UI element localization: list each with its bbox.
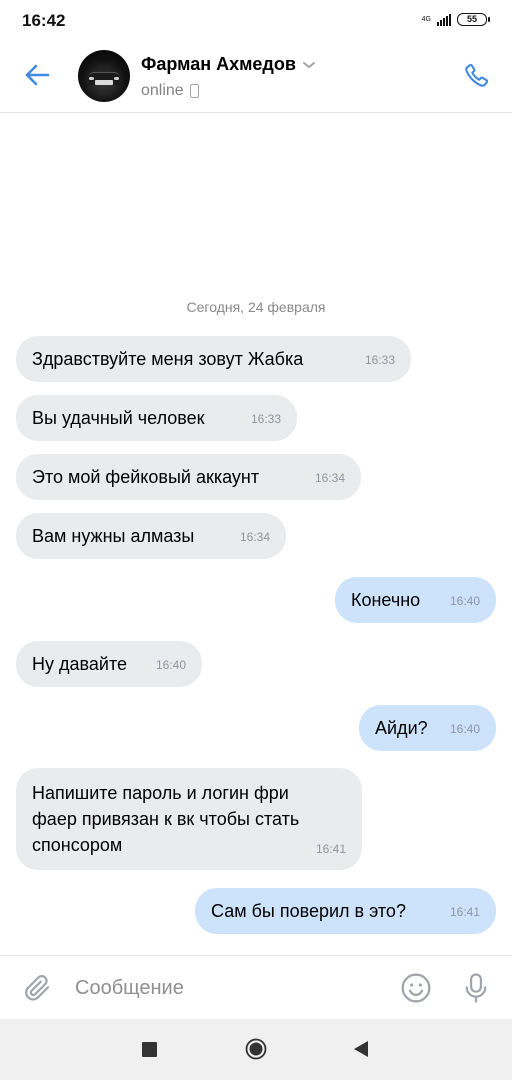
arrow-left-icon <box>25 64 50 86</box>
message-incoming[interactable]: Напишите пароль и логин фри фаер привяза… <box>16 768 362 870</box>
microphone-icon <box>465 973 487 1003</box>
message-outgoing[interactable]: Айди? 16:40 <box>359 705 496 751</box>
status-bar: 16:42 4G 55 <box>0 0 512 40</box>
message-time: 16:41 <box>315 842 346 856</box>
chat-header: Фарман Ахмедов online <box>0 40 512 113</box>
home-button[interactable] <box>245 1038 267 1060</box>
phone-icon <box>465 63 489 87</box>
message-text: Айди? <box>375 718 428 738</box>
message-time: 16:33 <box>364 353 395 367</box>
online-status: online <box>141 82 184 99</box>
message-outgoing[interactable]: Сам бы поверил в это? 16:41 <box>195 888 496 934</box>
message-outgoing[interactable]: Конечно 16:40 <box>335 577 496 623</box>
contact-name: Фарман Ахмедов <box>141 54 296 74</box>
message-text: Вы удачный человек <box>32 408 205 428</box>
contact-status-row: online <box>141 82 199 100</box>
message-incoming[interactable]: Это мой фейковый аккаунт 16:34 <box>16 454 361 500</box>
call-button[interactable] <box>458 58 494 94</box>
recent-apps-button[interactable] <box>142 1042 157 1057</box>
contact-name-row[interactable]: Фарман Ахмедов <box>141 54 316 75</box>
message-text: Здравствуйте меня зовут Жабка <box>32 349 304 369</box>
message-time: 16:40 <box>449 722 480 736</box>
battery-level: 55 <box>457 12 487 26</box>
message-time: 16:34 <box>314 471 345 485</box>
message-incoming[interactable]: Вам нужны алмазы 16:34 <box>16 513 286 559</box>
message-incoming[interactable]: Ну давайте 16:40 <box>16 641 202 687</box>
message-text: Ну давайте <box>32 654 127 674</box>
message-time: 16:34 <box>239 530 270 544</box>
message-incoming[interactable]: Вы удачный человек 16:33 <box>16 395 297 441</box>
message-text: Это мой фейковый аккаунт <box>32 467 260 487</box>
back-button[interactable] <box>20 58 54 92</box>
smiley-icon <box>401 973 431 1003</box>
message-text: Напишите пароль и логин фри фаер привяза… <box>32 783 300 855</box>
system-nav-bar <box>0 1019 512 1080</box>
message-text: Конечно <box>351 590 421 610</box>
date-divider: Сегодня, 24 февраля <box>186 299 326 315</box>
signal-icon <box>437 12 451 26</box>
message-time: 16:40 <box>155 658 186 672</box>
avatar[interactable] <box>78 50 130 102</box>
status-indicators: 4G 55 <box>422 12 490 26</box>
triangle-back-icon <box>354 1041 368 1057</box>
emoji-button[interactable] <box>398 970 434 1006</box>
battery-icon: 55 <box>457 12 490 26</box>
system-back-button[interactable] <box>352 1040 370 1058</box>
paperclip-icon <box>25 974 50 1001</box>
message-list[interactable]: Сегодня, 24 февраля Здравствуйте меня зо… <box>0 113 512 955</box>
message-composer <box>0 955 512 1020</box>
message-time: 16:40 <box>449 594 480 608</box>
attach-button[interactable] <box>20 970 56 1006</box>
chevron-down-icon <box>302 61 315 68</box>
mobile-device-icon <box>189 84 199 98</box>
message-time: 16:41 <box>449 905 480 919</box>
home-circle-icon <box>245 1038 267 1060</box>
status-time: 16:42 <box>22 11 66 30</box>
microphone-button[interactable] <box>458 970 494 1006</box>
message-time: 16:33 <box>250 412 281 426</box>
message-text: Сам бы поверил в это? <box>211 901 406 921</box>
message-incoming[interactable]: Здравствуйте меня зовут Жабка 16:33 <box>16 336 411 382</box>
message-text: Вам нужны алмазы <box>32 526 195 546</box>
message-input[interactable] <box>75 972 375 1004</box>
network-type: 4G <box>421 15 431 23</box>
